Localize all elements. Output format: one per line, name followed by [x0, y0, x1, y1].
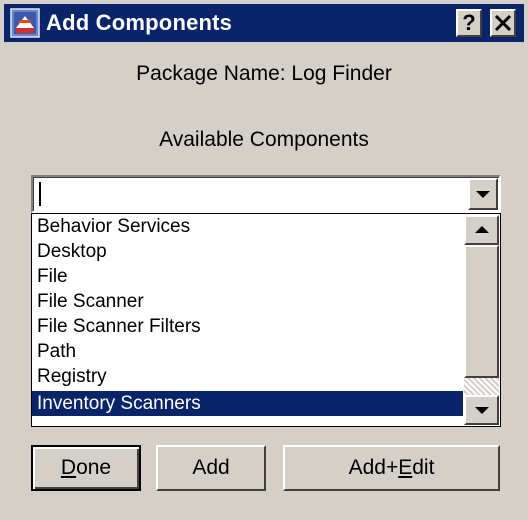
text-caret — [39, 182, 41, 206]
list-item[interactable]: File Scanner — [32, 289, 463, 314]
scroll-up-arrow-icon — [474, 226, 489, 233]
done-label-rest: one — [76, 456, 112, 479]
done-mnemonic: D — [60, 456, 77, 479]
help-button[interactable]: ? — [456, 9, 482, 37]
components-list: Behavior Services Desktop File File Scan… — [32, 214, 463, 426]
scrollbar-thumb[interactable] — [464, 245, 499, 378]
close-icon — [494, 14, 512, 32]
add-edit-mnemonic: E — [398, 456, 413, 479]
list-item[interactable]: Registry — [32, 364, 463, 389]
available-components-label: Available Components — [159, 128, 369, 151]
list-item[interactable]: Desktop — [32, 239, 463, 264]
close-button[interactable] — [490, 9, 516, 37]
list-item[interactable]: File Scanner Filters — [32, 314, 463, 339]
add-edit-label-start: Add+ — [348, 456, 399, 479]
done-button[interactable]: Done — [31, 445, 141, 491]
add-button[interactable]: Add — [156, 445, 266, 491]
list-item[interactable]: Behavior Services — [32, 214, 463, 239]
app-icon — [10, 8, 40, 38]
window-title: Add Components — [46, 10, 233, 35]
vertical-scrollbar[interactable] — [464, 215, 499, 425]
add-edit-button[interactable]: Add+Edit — [283, 445, 500, 491]
package-name-label: Package Name: Log Finder — [136, 62, 392, 85]
list-item-selected[interactable]: Inventory Scanners — [32, 391, 463, 416]
scroll-down-button[interactable] — [464, 395, 499, 425]
list-item[interactable]: File — [32, 264, 463, 289]
combo-dropdown-button[interactable] — [468, 178, 498, 210]
scroll-down-arrow-icon — [474, 407, 489, 414]
chevron-down-icon — [476, 191, 490, 198]
combo-inner-border — [33, 177, 499, 211]
add-components-dialog: Add Components ? Package Name: Log Finde… — [0, 0, 528, 520]
list-item[interactable]: Path — [32, 339, 463, 364]
components-listbox[interactable]: Behavior Services Desktop File File Scan… — [31, 213, 501, 427]
scroll-up-button[interactable] — [464, 215, 499, 245]
component-combo-input[interactable] — [31, 175, 501, 213]
title-bar[interactable]: Add Components ? — [4, 4, 524, 42]
add-edit-label-rest: dit — [412, 456, 435, 479]
scrollbar-track[interactable] — [464, 378, 499, 395]
